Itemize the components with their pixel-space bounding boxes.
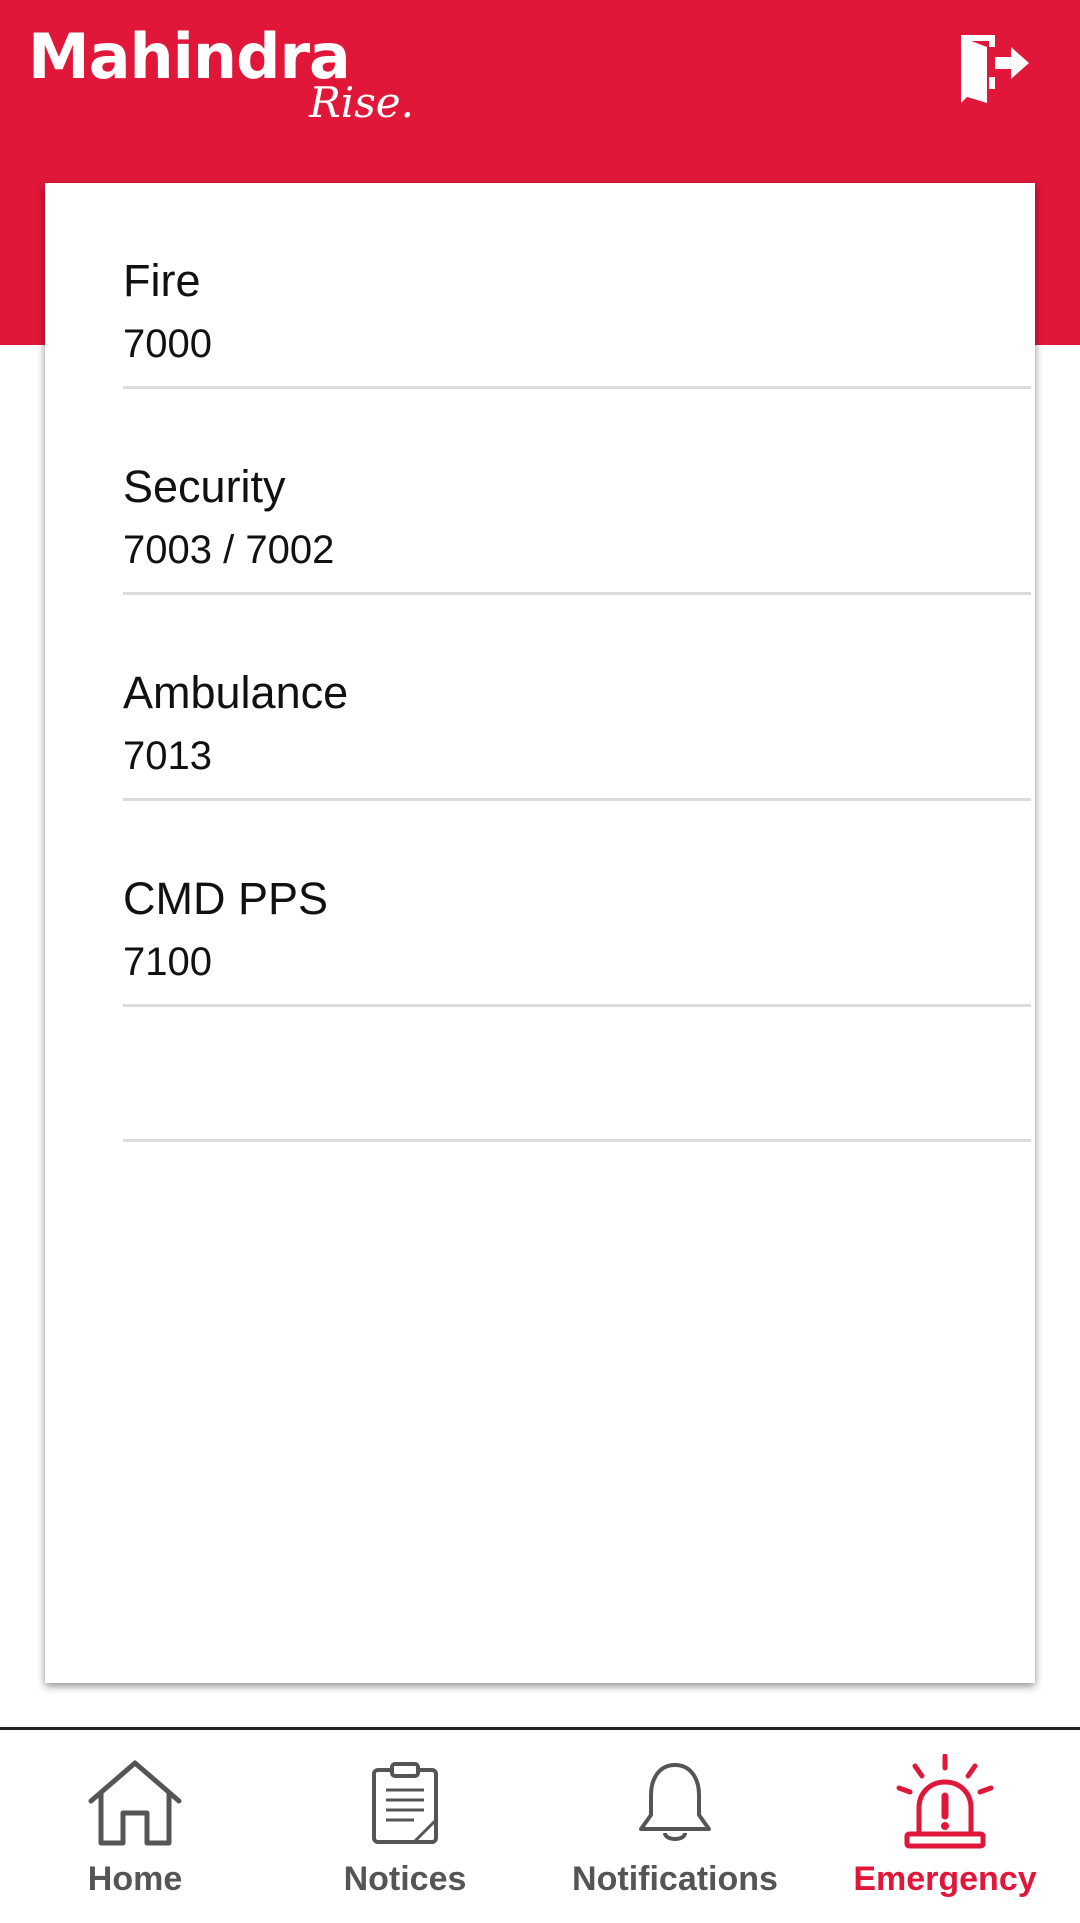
bell-icon xyxy=(540,1752,810,1852)
contact-name: Fire xyxy=(123,255,201,306)
home-icon xyxy=(0,1752,270,1852)
contact-item-ambulance[interactable]: Ambulance 7013 xyxy=(123,595,1031,801)
contact-list: Fire 7000 Security 7003 / 7002 Ambulance… xyxy=(123,183,1031,1142)
nav-item-emergency[interactable]: Emergency xyxy=(810,1730,1080,1920)
contact-name: Ambulance xyxy=(123,667,349,718)
contact-item-fire[interactable]: Fire 7000 xyxy=(123,183,1031,389)
nav-item-notifications[interactable]: Notifications xyxy=(540,1730,810,1920)
nav-label-notifications: Notifications xyxy=(572,1860,778,1898)
siren-icon xyxy=(810,1752,1080,1852)
clipboard-icon xyxy=(270,1752,540,1852)
emergency-contacts-card: Fire 7000 Security 7003 / 7002 Ambulance… xyxy=(45,183,1035,1683)
contact-item-cmd-pps[interactable]: CMD PPS 7100 xyxy=(123,801,1031,1007)
exit-door-icon xyxy=(961,35,1029,103)
nav-label-notices: Notices xyxy=(343,1860,467,1898)
contact-item-security[interactable]: Security 7003 / 7002 xyxy=(123,389,1031,595)
nav-label-emergency: Emergency xyxy=(853,1860,1037,1898)
contact-name: CMD PPS xyxy=(123,873,329,924)
logo-tagline: Rise. xyxy=(309,78,414,127)
contact-number: 7100 xyxy=(123,940,212,984)
bottom-navigation: Home Notices Notifications Emergency xyxy=(0,1727,1080,1923)
empty-list-row xyxy=(123,1007,1031,1142)
nav-label-home: Home xyxy=(87,1860,183,1898)
contact-number: 7000 xyxy=(123,322,212,366)
contact-number: 7003 / 7002 xyxy=(123,528,335,572)
logo-wordmark: Mahindra xyxy=(28,20,351,93)
logout-button[interactable] xyxy=(952,26,1038,112)
contact-number: 7013 xyxy=(123,734,212,778)
contact-name: Security xyxy=(123,461,286,512)
nav-item-home[interactable]: Home xyxy=(0,1730,270,1920)
nav-item-notices[interactable]: Notices xyxy=(270,1730,540,1920)
mahindra-rise-logo: Mahindra Rise. xyxy=(28,20,414,126)
